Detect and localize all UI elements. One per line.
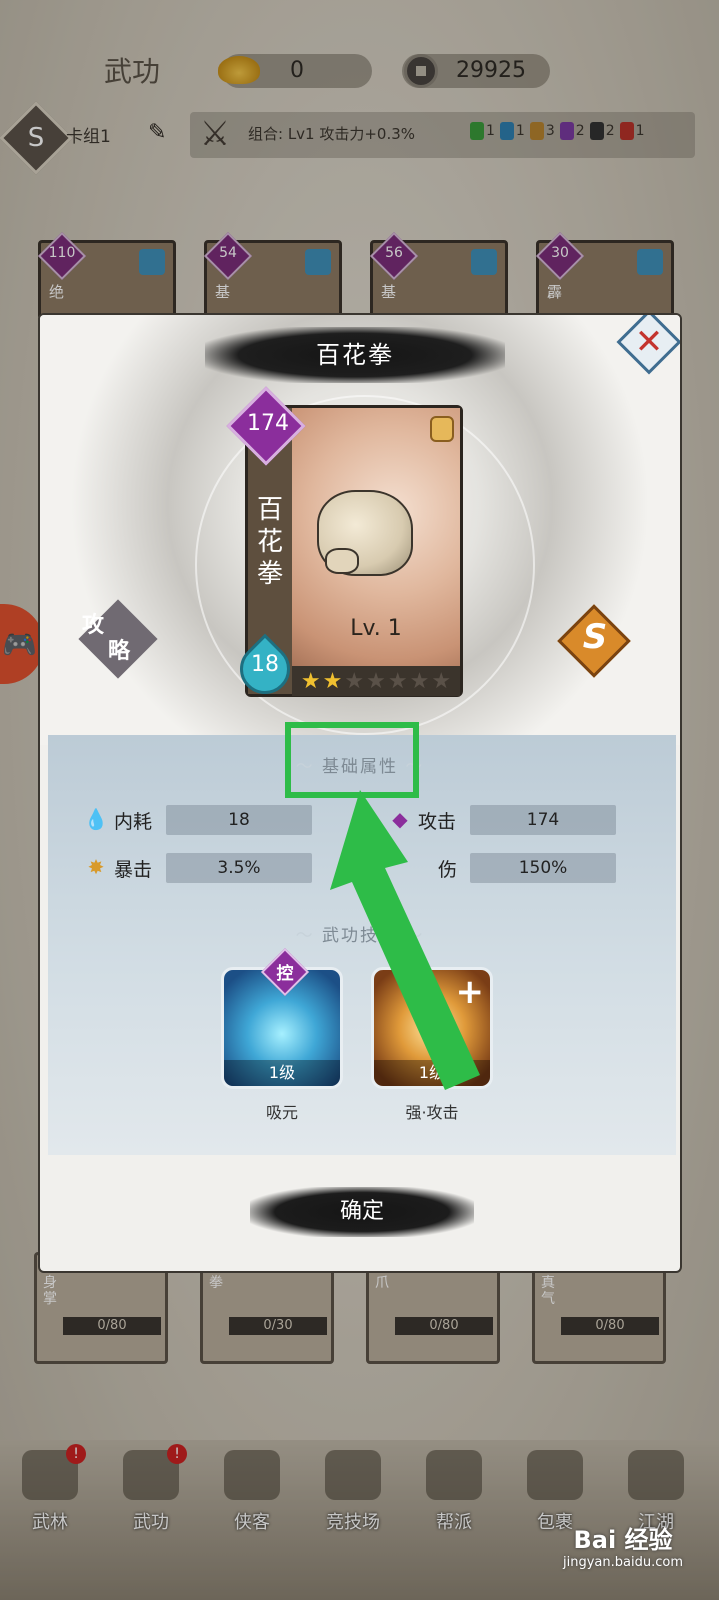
watermark-site: jingyan.baidu.com — [563, 1555, 683, 1570]
confirm-button[interactable]: 确定 — [250, 1187, 474, 1237]
control-badge-text: 控 — [276, 964, 294, 984]
stat-mp-value: 18 — [166, 805, 312, 835]
strategy-char-1: 攻 — [82, 613, 105, 638]
watermark-logo: Bai 经验 — [573, 1526, 673, 1554]
card-stars: ★ ★ ★ ★ ★ ★ ★ — [292, 666, 460, 696]
star-icon: ★ — [387, 668, 408, 694]
fist-illustration — [317, 490, 413, 576]
stat-mp: 💧 内耗 18 — [82, 803, 322, 837]
star-icon: ★ — [300, 668, 321, 694]
pointer-arrow-icon — [330, 790, 480, 1090]
crit-burst-icon: ✸ — [87, 855, 105, 879]
card-name: 百花拳 — [250, 494, 290, 590]
skill-name: 吸元 — [265, 1103, 298, 1122]
close-icon: ✕ — [634, 322, 664, 362]
fist-type-icon — [430, 416, 454, 442]
star-icon: ★ — [409, 668, 430, 694]
stat-crit-label: 暴击 — [114, 859, 153, 881]
card-mp: 18 — [251, 652, 279, 677]
star-icon: ★ — [366, 668, 386, 694]
stat-crit-value: 3.5% — [166, 853, 312, 883]
star-icon: ★ — [431, 668, 452, 694]
highlight-box — [285, 722, 419, 798]
cloud-deco-left-icon: ～ — [295, 926, 315, 946]
strategy-label[interactable]: 攻 略 — [82, 613, 156, 665]
watermark: Bai 经验 jingyan.baidu.com — [538, 1520, 708, 1590]
modal-title: 百花拳 — [316, 341, 394, 369]
skill-card: 百花拳 Lv. 1 ★ ★ ★ ★ ★ ★ ★ 174 18 — [226, 386, 463, 705]
card-name-char: 百 — [256, 495, 283, 525]
skill-name: 强·攻击 — [405, 1103, 459, 1122]
card-name-char: 拳 — [256, 559, 283, 589]
stat-crit: ✸ 暴击 3.5% — [82, 851, 322, 885]
card-level: Lv. 1 — [350, 616, 402, 641]
card-name-char: 花 — [256, 527, 283, 557]
rank-text: S — [582, 617, 608, 657]
water-drop-icon: 💧 — [83, 807, 109, 831]
star-icon: ★ — [322, 668, 343, 694]
skill-level: 1级 — [224, 1060, 340, 1086]
strategy-char-2: 略 — [108, 639, 131, 664]
star-icon: ★ — [344, 668, 365, 694]
stat-mp-label: 内耗 — [114, 811, 153, 833]
card-attack: 174 — [247, 411, 289, 436]
